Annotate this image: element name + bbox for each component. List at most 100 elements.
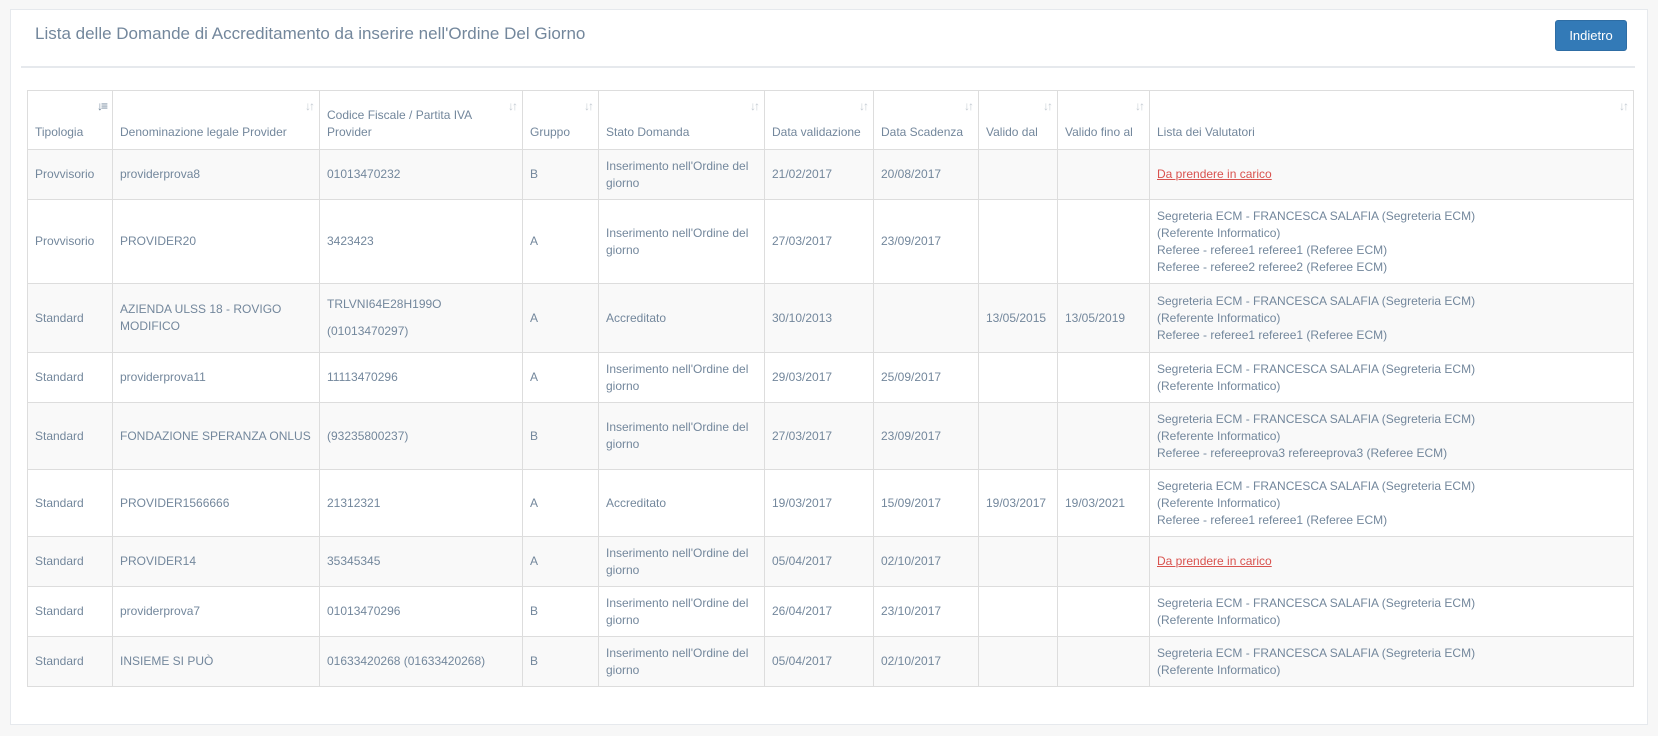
prendere-in-carico-link[interactable]: Da prendere in carico xyxy=(1157,554,1272,568)
cell-gruppo: A xyxy=(522,352,599,403)
cell-tipologia-text: Standard xyxy=(35,554,84,568)
cell-stato-text: Inserimento nell'Ordine del giorno xyxy=(606,645,749,677)
cell-gruppo: B xyxy=(522,149,599,200)
cell-data-validazione: 19/03/2017 xyxy=(764,469,874,537)
cell-data-validazione: 05/04/2017 xyxy=(764,536,874,587)
column-header-denominazione[interactable]: ↓↑ Denominazione legale Provider xyxy=(112,90,320,150)
cell-tipologia: Provvisorio xyxy=(27,149,113,200)
cell-tipologia-text: Standard xyxy=(35,370,84,384)
title-bar: Lista delle Domande di Accreditamento da… xyxy=(21,10,1635,68)
cell-codice-text: TRLVNI64E28H199O xyxy=(327,297,442,311)
cell-codice-text: 21312321 xyxy=(327,495,381,510)
cell-codice-text: 35345345 xyxy=(327,554,381,568)
valutatore-line: Referee - referee1 referee1 (Referee ECM… xyxy=(1157,512,1388,527)
cell-data-validazione-text: 05/04/2017 xyxy=(772,654,833,668)
cell-codice: 3423423 xyxy=(319,199,523,284)
cell-stato: Inserimento nell'Ordine del giorno xyxy=(598,636,765,687)
cell-denominazione-text: providerprova7 xyxy=(120,604,201,618)
cell-gruppo-text: B xyxy=(530,428,539,443)
cell-stato-text: Inserimento nell'Ordine del giorno xyxy=(606,595,749,627)
cell-tipologia-text: Standard xyxy=(35,495,84,510)
cell-denominazione-text: PROVIDER20 xyxy=(120,234,197,248)
valutatore-line: Referee - referee2 referee2 (Referee ECM… xyxy=(1157,259,1388,274)
cell-stato: Accreditato xyxy=(598,469,765,537)
cell-valido-dal xyxy=(978,536,1058,587)
cell-data-scadenza: 25/09/2017 xyxy=(873,352,979,403)
cell-data-scadenza: 23/10/2017 xyxy=(873,586,979,637)
valutatore-line: Referee - referee1 referee1 (Referee ECM… xyxy=(1157,242,1388,257)
cell-codice: 01633420268 (01633420268) xyxy=(319,636,523,687)
sort-icon: ↓↑ xyxy=(859,99,869,113)
cell-tipologia: Standard xyxy=(27,536,113,587)
cell-valido-fino-text: 19/03/2021 xyxy=(1065,495,1126,510)
header-row: ↓≡ Tipologia ↓↑ Denominazione legale Provi… xyxy=(27,90,1634,150)
cell-valido-dal-text: 19/03/2017 xyxy=(986,495,1047,510)
cell-codice-text: (93235800237) xyxy=(327,428,409,443)
valutatore-line: (Referente Informatico) xyxy=(1157,495,1281,510)
cell-denominazione-text: AZIENDA ULSS 18 - ROVIGO MODIFICO xyxy=(120,302,282,333)
table-row: Provvisorio providerprova8 01013470232 B Ins… xyxy=(27,149,1634,200)
sort-icon: ↓↑ xyxy=(750,99,760,113)
cell-valutatori: Segreteria ECM - FRANCESCA SALAFIA (Segr… xyxy=(1149,636,1634,687)
cell-data-scadenza-text: 23/10/2017 xyxy=(881,604,942,618)
cell-denominazione-text: PROVIDER1566666 xyxy=(120,495,230,510)
valutatore-line: Segreteria ECM - FRANCESCA SALAFIA (Segr… xyxy=(1157,595,1476,610)
sort-icon: ↓↑ xyxy=(508,99,518,113)
cell-valutatori: Segreteria ECM - FRANCESCA SALAFIA (Segr… xyxy=(1149,352,1634,403)
cell-denominazione: PROVIDER14 xyxy=(112,536,320,587)
column-header-valutatori[interactable]: ↓↑ Lista dei Valutatori xyxy=(1149,90,1634,150)
table-row: Standard AZIENDA ULSS 18 - ROVIGO MODIFIC… xyxy=(27,283,1634,353)
cell-stato-text: Inserimento nell'Ordine del giorno xyxy=(606,545,749,577)
cell-gruppo-text: A xyxy=(530,495,539,510)
column-header-stato[interactable]: ↓↑ Stato Domanda xyxy=(598,90,765,150)
cell-valido-fino xyxy=(1057,149,1150,200)
cell-stato: Inserimento nell'Ordine del giorno xyxy=(598,352,765,403)
column-header-data-validazione[interactable]: ↓↑ Data validazione xyxy=(764,90,874,150)
cell-valido-fino xyxy=(1057,402,1150,470)
cell-gruppo-text: A xyxy=(530,234,539,248)
cell-data-scadenza: 02/10/2017 xyxy=(873,536,979,587)
valutatore-line: Segreteria ECM - FRANCESCA SALAFIA (Segr… xyxy=(1157,361,1476,376)
cell-gruppo-text: A xyxy=(530,310,539,325)
cell-valido-dal: 13/05/2015 xyxy=(978,283,1058,353)
cell-stato: Inserimento nell'Ordine del giorno xyxy=(598,586,765,637)
cell-stato-text: Inserimento nell'Ordine del giorno xyxy=(606,158,749,190)
cell-data-validazione-text: 19/03/2017 xyxy=(772,495,833,510)
cell-valutatori: Da prendere in carico xyxy=(1149,149,1634,200)
cell-codice-text: 01013470296 xyxy=(327,604,401,618)
cell-data-validazione-text: 27/03/2017 xyxy=(772,234,833,248)
cell-codice: 21312321 xyxy=(319,469,523,537)
cell-stato-text: Accreditato xyxy=(606,495,667,510)
cell-data-validazione-text: 05/04/2017 xyxy=(772,554,833,568)
cell-valido-fino xyxy=(1057,536,1150,587)
cell-data-scadenza-text: 23/09/2017 xyxy=(881,428,942,443)
valutatore-line: (Referente Informatico) xyxy=(1157,612,1281,627)
cell-codice: 11113470296 xyxy=(319,352,523,403)
cell-codice-text: 3423423 xyxy=(327,234,374,248)
cell-tipologia: Standard xyxy=(27,636,113,687)
cell-codice-text: 11113470296 xyxy=(327,370,398,384)
column-header-codice[interactable]: ↓↑ Codice Fiscale / Partita IVA Provider xyxy=(319,90,523,150)
cell-codice: (93235800237) xyxy=(319,402,523,470)
cell-stato: Inserimento nell'Ordine del giorno xyxy=(598,199,765,284)
cell-valido-dal-text: 13/05/2015 xyxy=(986,310,1047,325)
cell-denominazione-text: providerprova8 xyxy=(120,167,201,181)
cell-denominazione: AZIENDA ULSS 18 - ROVIGO MODIFICO xyxy=(112,283,320,353)
column-header-gruppo[interactable]: ↓↑ Gruppo xyxy=(522,90,599,150)
cell-data-validazione-text: 21/02/2017 xyxy=(772,167,833,181)
sort-icon: ↓↑ xyxy=(305,99,315,113)
valutatore-line: Segreteria ECM - FRANCESCA SALAFIA (Segr… xyxy=(1157,411,1476,426)
column-header-valido-dal[interactable]: ↓↑ Valido dal xyxy=(978,90,1058,150)
cell-data-validazione: 30/10/2013 xyxy=(764,283,874,353)
cell-data-scadenza-text: 25/09/2017 xyxy=(881,370,942,384)
column-header-valido-fino[interactable]: ↓↑ Valido fino al xyxy=(1057,90,1150,150)
cell-data-scadenza: 23/09/2017 xyxy=(873,402,979,470)
cell-valido-dal xyxy=(978,199,1058,284)
back-button[interactable]: Indietro xyxy=(1555,20,1627,51)
column-header-data-scadenza[interactable]: ↓↑ Data Scadenza xyxy=(873,90,979,150)
prendere-in-carico-link[interactable]: Da prendere in carico xyxy=(1157,167,1272,181)
table-row: Standard providerprova7 01013470296 B Inseri… xyxy=(27,586,1634,637)
cell-denominazione: providerprova11 xyxy=(112,352,320,403)
column-header-tipologia[interactable]: ↓≡ Tipologia xyxy=(27,90,113,150)
table-row: Standard INSIEME SI PUÒ 01633420268 (01633… xyxy=(27,636,1634,687)
